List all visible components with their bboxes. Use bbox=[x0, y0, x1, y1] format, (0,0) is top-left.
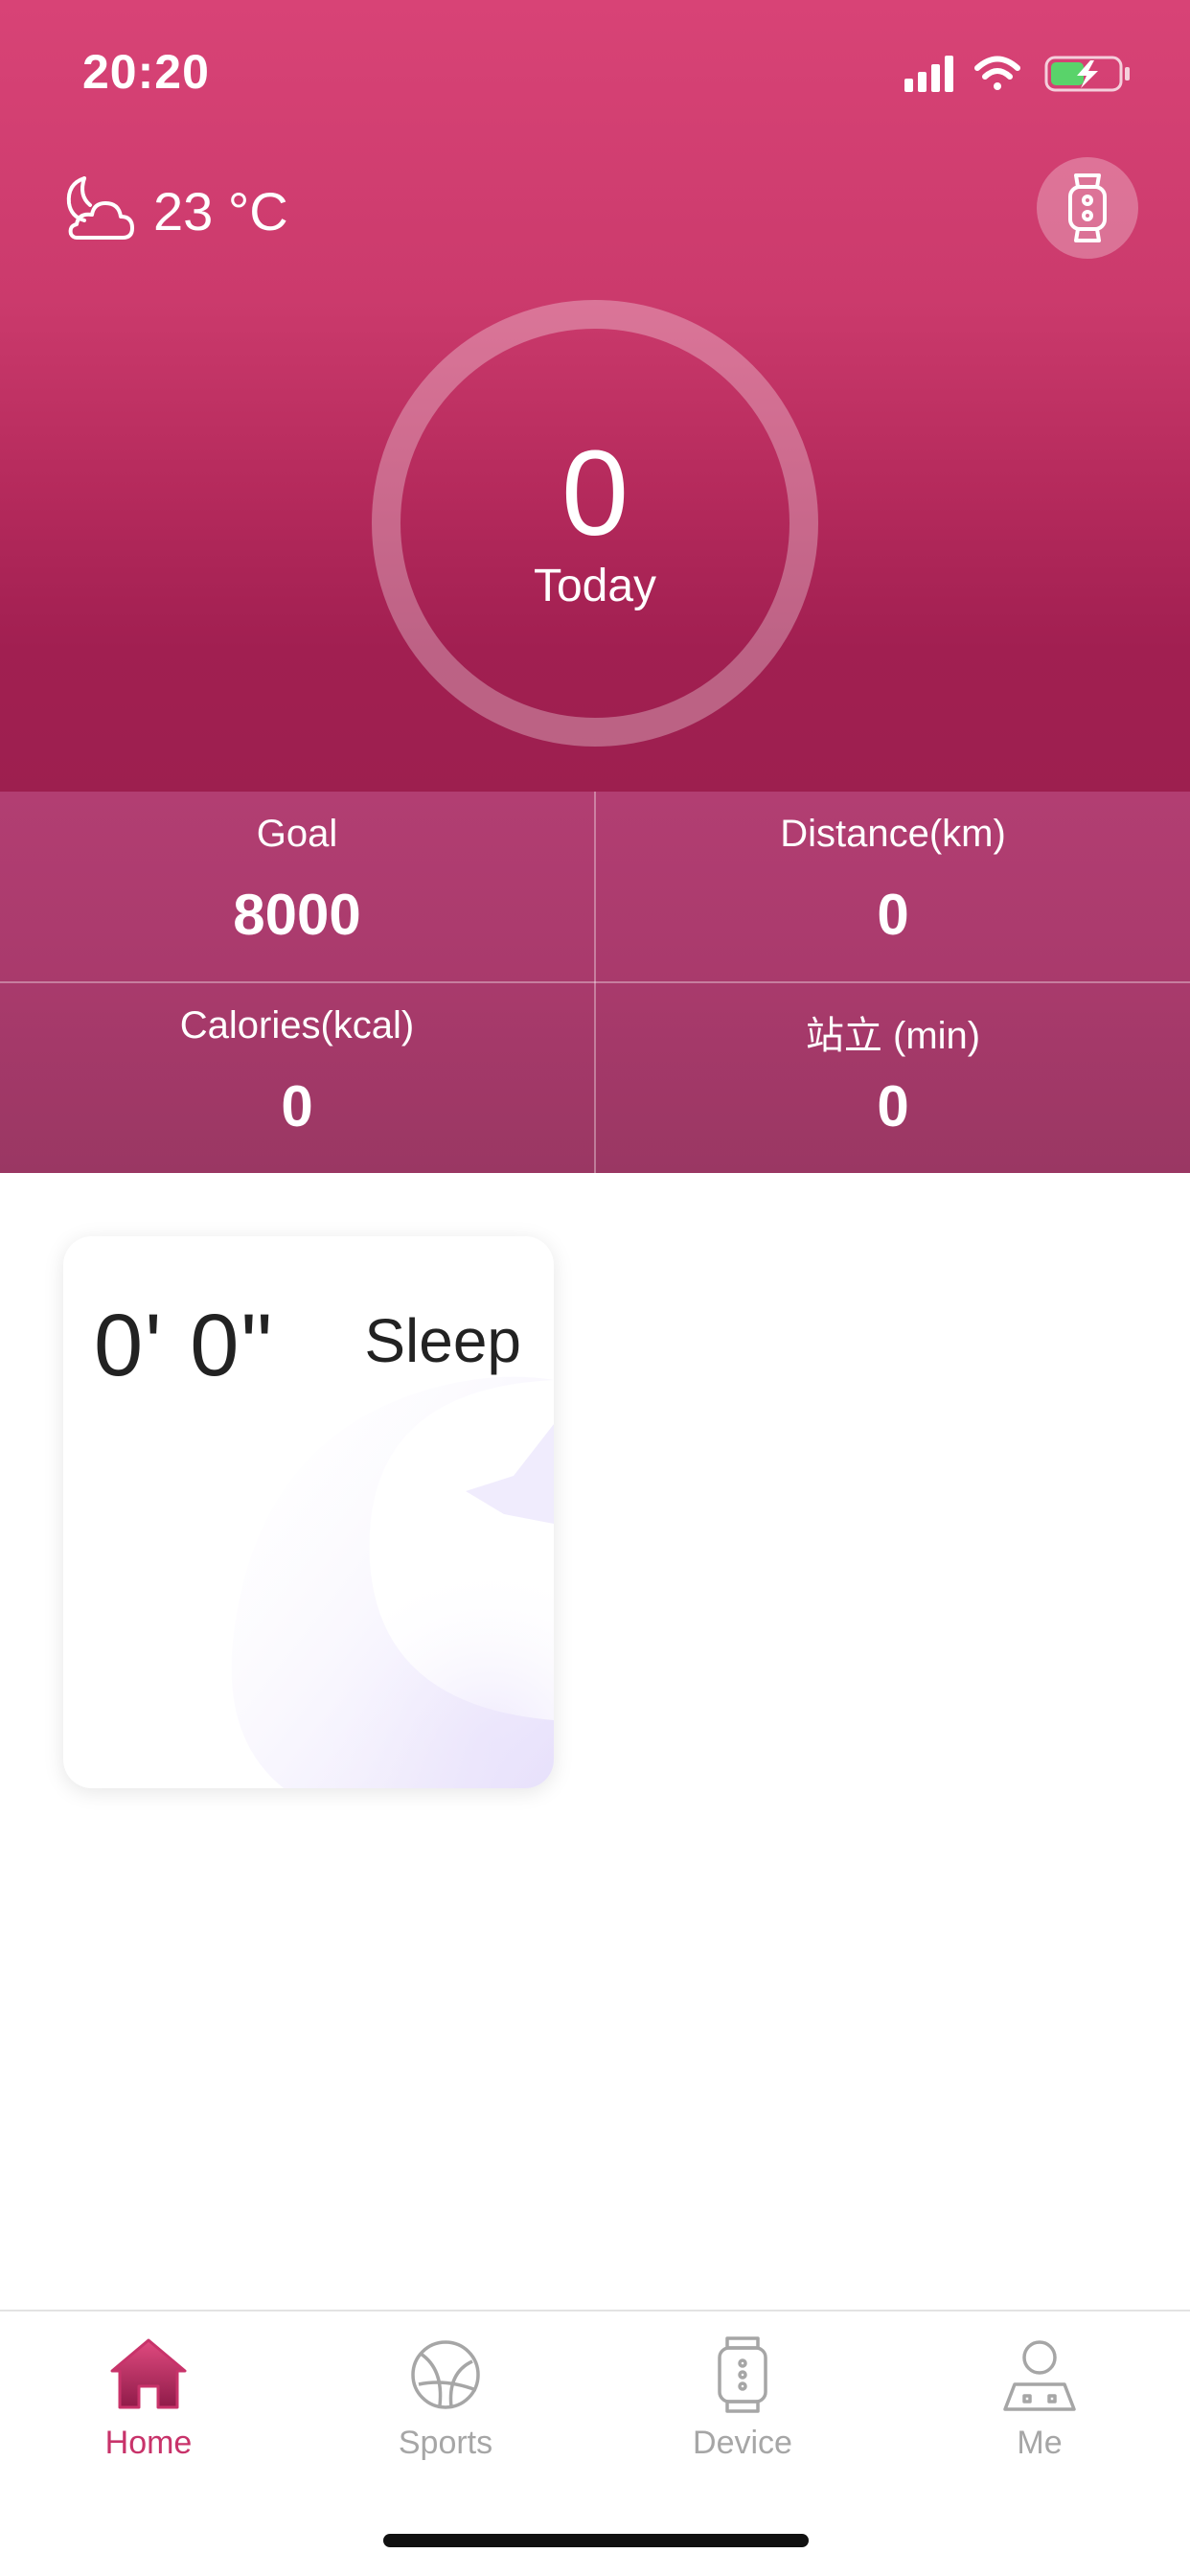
stats-grid: Goal 8000 Distance(km) 0 Calories(kcal) … bbox=[0, 792, 1190, 1173]
sleep-duration: 0' 0" bbox=[94, 1297, 275, 1394]
device-band-button[interactable] bbox=[1037, 157, 1138, 259]
ball-icon bbox=[411, 2340, 480, 2409]
weather-temperature: 23 °C bbox=[153, 180, 288, 242]
tab-label: Home bbox=[104, 2425, 193, 2461]
sleep-card[interactable]: 0' 0" Sleep bbox=[63, 1236, 554, 1788]
home-indicator bbox=[383, 2534, 809, 2547]
stat-label: Calories(kcal) bbox=[179, 1004, 415, 1046]
tab-device[interactable]: Device bbox=[594, 2334, 891, 2478]
status-time: 20:20 bbox=[82, 45, 210, 99]
weather-widget: 23 °C bbox=[56, 171, 288, 251]
header-hero: 20:20 23 °C 0 Today bbox=[0, 0, 1190, 792]
step-count: 0 bbox=[561, 426, 629, 561]
stat-goal: Goal 8000 bbox=[0, 792, 594, 981]
wifi-icon bbox=[974, 56, 1020, 90]
tab-label: Me bbox=[1017, 2425, 1063, 2461]
status-bar: 20:20 bbox=[0, 0, 1190, 144]
watch-icon bbox=[718, 2336, 767, 2413]
home-icon bbox=[110, 2338, 187, 2409]
stat-value: 0 bbox=[877, 883, 909, 947]
band-icon bbox=[1068, 173, 1107, 242]
stat-label: 站立 (min) bbox=[805, 1015, 981, 1057]
stat-value: 8000 bbox=[233, 883, 361, 947]
status-icons bbox=[904, 56, 1130, 92]
tab-label: Sports bbox=[398, 2425, 493, 2461]
home-screen: 20:20 23 °C 0 Today Goal 8000 Distance(k… bbox=[0, 0, 1190, 2576]
stat-label: Distance(km) bbox=[780, 813, 1006, 855]
stat-label: Goal bbox=[256, 813, 338, 855]
battery-charging-icon bbox=[1044, 56, 1130, 92]
step-label: Today bbox=[533, 561, 657, 611]
sleep-label: Sleep bbox=[364, 1306, 521, 1375]
stat-standing: 站立 (min) 0 bbox=[596, 983, 1190, 1173]
tab-home[interactable]: Home bbox=[0, 2334, 297, 2478]
moon-cloud-icon bbox=[66, 176, 134, 240]
tab-me[interactable]: Me bbox=[891, 2334, 1188, 2478]
tab-sports[interactable]: Sports bbox=[297, 2334, 594, 2478]
tab-label: Device bbox=[693, 2425, 792, 2461]
stat-calories: Calories(kcal) 0 bbox=[0, 983, 594, 1173]
user-icon bbox=[1003, 2340, 1076, 2411]
signal-icon bbox=[904, 56, 953, 92]
stat-value: 0 bbox=[281, 1074, 313, 1138]
stats-divider-horizontal bbox=[0, 981, 1190, 983]
stat-distance: Distance(km) 0 bbox=[596, 792, 1190, 981]
stat-value: 0 bbox=[877, 1074, 909, 1138]
